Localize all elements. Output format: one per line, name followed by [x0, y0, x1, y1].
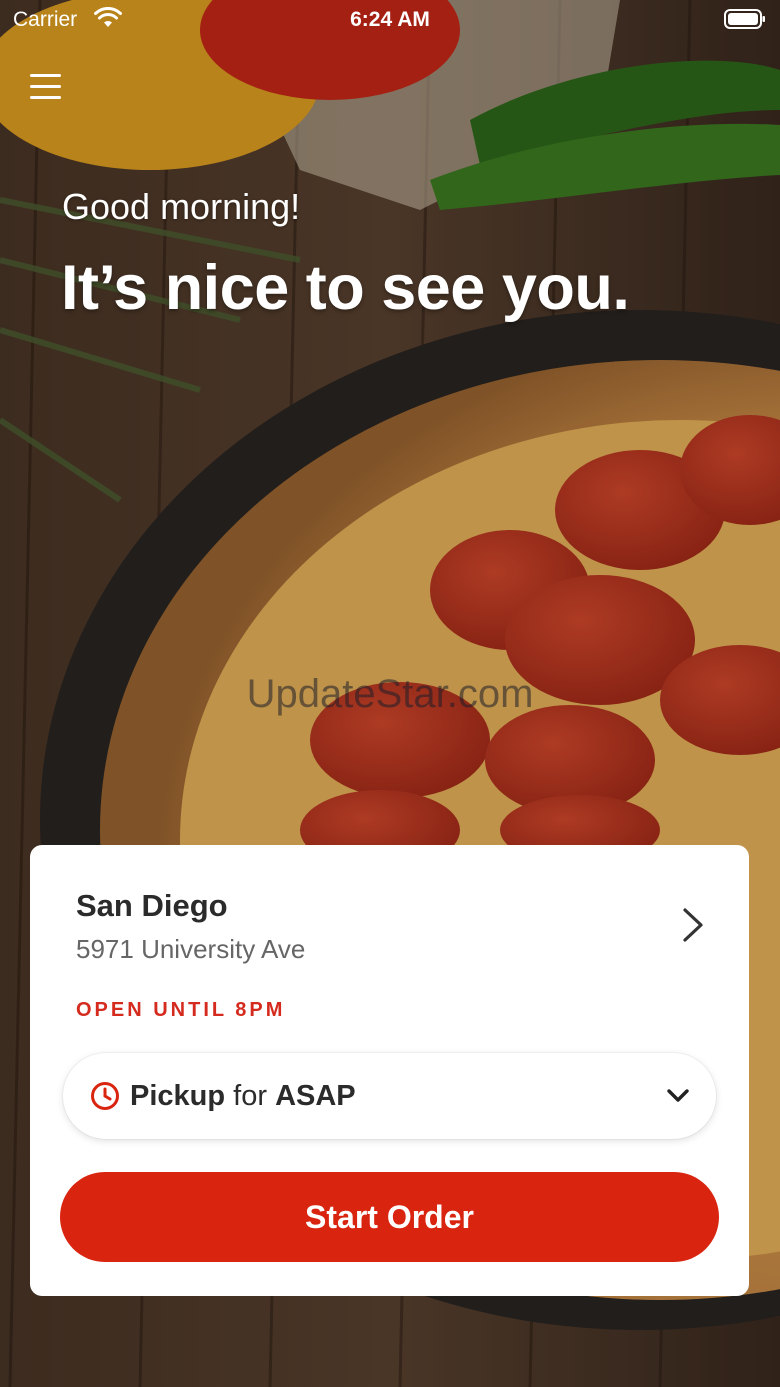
order-mode-value: Pickup [130, 1080, 226, 1112]
location-address: 5971 University Ave [76, 934, 306, 964]
hours-status: OPEN UNTIL 8PM [76, 999, 286, 1021]
clock-time: 6:24 AM [350, 8, 430, 31]
hamburger-menu-icon[interactable] [30, 74, 62, 104]
order-time-value: ASAP [275, 1080, 356, 1112]
location-city: San Diego [76, 888, 228, 923]
location-selector[interactable]: San Diego 5971 University Ave [30, 845, 749, 975]
location-card: San Diego 5971 University Ave OPEN UNTIL… [30, 845, 749, 1296]
status-bar: Carrier 6:24 AM [0, 0, 780, 40]
watermark: UpdateStar.com [246, 672, 534, 716]
battery-icon [724, 9, 765, 29]
order-mode-connector: for [233, 1080, 267, 1112]
clock-icon [91, 1082, 119, 1110]
greeting-text: Good morning! [62, 186, 301, 227]
welcome-headline: It’s nice to see you. [61, 253, 630, 323]
chevron-down-icon [667, 1089, 689, 1102]
order-mode-label: Pickup for ASAP [130, 1080, 356, 1113]
order-mode-dropdown[interactable]: Pickup for ASAP [63, 1053, 716, 1139]
chevron-right-icon [683, 908, 703, 942]
start-order-button[interactable]: Start Order [60, 1172, 719, 1262]
